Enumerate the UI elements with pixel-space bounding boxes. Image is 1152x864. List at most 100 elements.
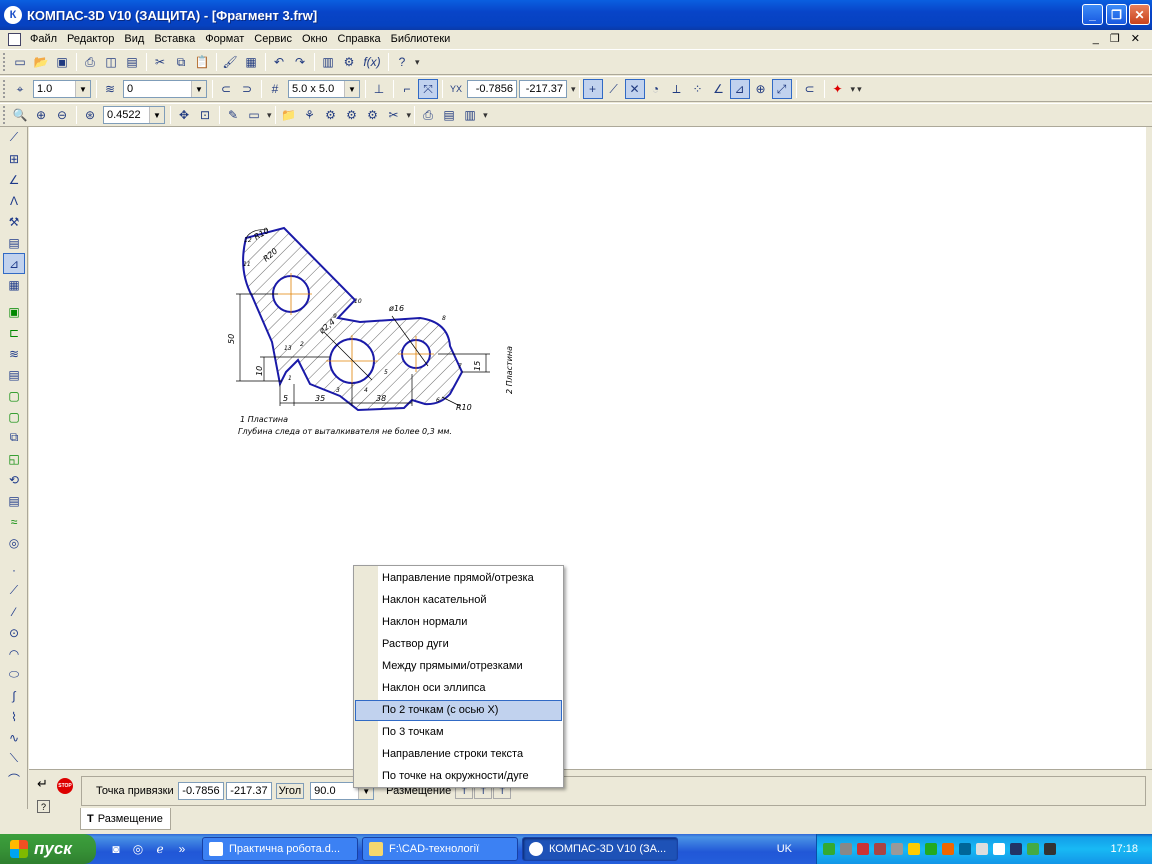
fillet-icon[interactable]: ⌒	[3, 769, 25, 790]
library-printer-icon[interactable]: ⎙	[418, 105, 438, 125]
tray-info-icon[interactable]	[993, 843, 1005, 855]
menu-item-ellipse-axis[interactable]: Наклон оси эллипса	[382, 678, 486, 698]
chevron-down-icon[interactable]: ▼	[75, 81, 90, 97]
snap-tangent-icon[interactable]: ◔	[646, 79, 666, 99]
snap-intersection-icon[interactable]: ✕	[624, 79, 645, 99]
toolbar-options-icon[interactable]: ▾	[483, 110, 488, 121]
display-mode-icon[interactable]: ▭	[244, 105, 264, 125]
help-icon[interactable]: ?	[37, 800, 50, 813]
library-folder-icon[interactable]: 📁	[279, 105, 299, 125]
bezier-icon[interactable]: ∿	[3, 727, 25, 748]
open-folder-icon[interactable]: 📂	[31, 52, 51, 72]
stop-icon[interactable]: STOP	[57, 778, 73, 794]
select-category-icon[interactable]: ▦	[3, 274, 25, 295]
library-tool-1-icon[interactable]: ⚘	[300, 105, 320, 125]
ellipse-icon[interactable]: ⬭	[3, 664, 25, 685]
zoom-combo[interactable]: 0.4522 ▼	[103, 106, 165, 124]
library-tool-2-icon[interactable]: ⚙	[321, 105, 341, 125]
layers-icon[interactable]: ≋	[100, 79, 120, 99]
print-icon[interactable]: ⎙	[80, 52, 100, 72]
toolbar-grip[interactable]	[3, 80, 6, 98]
tray-orange-icon[interactable]	[942, 843, 954, 855]
cursor-step-combo[interactable]: 1.0 ▼	[33, 80, 91, 98]
refresh-icon[interactable]: ✎	[223, 105, 243, 125]
property-tab-placement[interactable]: T Размещение	[80, 808, 171, 830]
menu-window[interactable]: Окно	[297, 33, 333, 45]
current-layer-combo[interactable]: 0 ▼	[123, 80, 207, 98]
menu-item-point-on-circle[interactable]: По точке на окружности/дуге	[382, 766, 529, 786]
zoom-out-icon[interactable]: ⊖	[52, 105, 72, 125]
printer-setup-icon[interactable]: ▤	[122, 52, 142, 72]
print-preview-icon[interactable]: ◫	[101, 52, 121, 72]
toolbar-grip[interactable]	[3, 53, 6, 71]
explorer-icon[interactable]: ◙	[106, 839, 126, 859]
tray-gear-icon[interactable]	[823, 843, 835, 855]
taskbar-item-folder[interactable]: F:\CAD-технології	[362, 837, 518, 861]
local-cs-icon[interactable]: ⊥	[369, 79, 389, 99]
zoom-window-icon[interactable]: 🔍	[10, 105, 30, 125]
maximize-button[interactable]: ❐	[1106, 4, 1127, 25]
minimize-button[interactable]: _	[1082, 4, 1103, 25]
geometry-category-icon[interactable]: ⟋	[3, 127, 25, 148]
cut-icon[interactable]: ✂	[150, 52, 170, 72]
show-all-icon[interactable]: ⊡	[195, 105, 215, 125]
measure-category-icon[interactable]: ⊿	[3, 253, 25, 274]
taskbar-item-word[interactable]: Практична робота.d...	[202, 837, 358, 861]
snap-grid-icon[interactable]: ⁘	[688, 79, 708, 99]
ortho-mode-icon[interactable]: ⌐	[397, 79, 417, 99]
chevron-down-icon[interactable]: ▾	[851, 84, 856, 95]
tray-device-icon[interactable]	[891, 843, 903, 855]
properties-icon[interactable]: ▦	[241, 52, 261, 72]
format-brush-icon[interactable]: 🖌	[220, 52, 240, 72]
library-doc-icon[interactable]: ▤	[439, 105, 459, 125]
taskbar-item-kompas[interactable]: КОМПАС-3D V10 (ЗА...	[522, 837, 678, 861]
document-icon[interactable]	[8, 32, 21, 46]
help-pointer-icon[interactable]: ?	[392, 52, 412, 72]
menu-file[interactable]: Файл	[25, 33, 62, 45]
snap-y-field[interactable]: -217.37	[225, 782, 272, 800]
chevron-down-icon[interactable]: ▼	[344, 81, 359, 97]
toolbar-options-icon[interactable]: ▾	[267, 110, 272, 121]
library-tool-3-icon[interactable]: ⚙	[342, 105, 362, 125]
array-tool-icon[interactable]: ▤	[3, 364, 25, 385]
layers-tool-icon[interactable]: ≋	[3, 343, 25, 364]
chevron-down-icon[interactable]: ▼	[149, 107, 164, 123]
create-object-icon[interactable]: ↵	[37, 776, 48, 792]
circle-icon[interactable]: ⊙	[3, 622, 25, 643]
select-inside-icon[interactable]: ▢	[3, 406, 25, 427]
view-mode-icon[interactable]: ▣	[3, 301, 25, 322]
close-button[interactable]: ✕	[1129, 4, 1150, 25]
rotate-tool-icon[interactable]: ⟲	[3, 469, 25, 490]
edit-category-icon[interactable]: ⚒	[3, 211, 25, 232]
snap-mode-icon[interactable]: ✦	[828, 79, 848, 99]
zoom-scale-icon[interactable]: ⊛	[80, 105, 100, 125]
parametrization-category-icon[interactable]: Λ	[3, 190, 25, 211]
macro-tool-icon[interactable]: ◎	[3, 532, 25, 553]
menu-libraries[interactable]: Библиотеки	[386, 33, 456, 45]
menu-item-arc-span[interactable]: Раствор дуги	[382, 634, 449, 654]
toolbar-grip[interactable]	[3, 106, 6, 124]
polyline-icon[interactable]: ⌇	[3, 706, 25, 727]
new-file-icon[interactable]: ▭	[10, 52, 30, 72]
spline-icon[interactable]: ∫	[3, 685, 25, 706]
angle-label[interactable]: Угол	[275, 783, 305, 799]
menu-edit[interactable]: Редактор	[62, 33, 119, 45]
snap-normal-icon[interactable]: ⟂	[667, 79, 687, 99]
menu-format[interactable]: Формат	[200, 33, 249, 45]
dimensions-category-icon[interactable]: ⊞	[3, 148, 25, 169]
toolbar-options-icon[interactable]: ▾	[407, 110, 412, 121]
grid-step-combo[interactable]: 5.0 x 5.0 ▼	[288, 80, 360, 98]
paste-icon[interactable]: 📋	[192, 52, 212, 72]
symbols-category-icon[interactable]: ∠	[3, 169, 25, 190]
arc-icon[interactable]: ◠	[3, 643, 25, 664]
library-doc-red-icon[interactable]: ▥	[460, 105, 480, 125]
snap-midpoint-icon[interactable]: ⟋	[604, 79, 624, 99]
fragment-insert-icon[interactable]: ⊏	[3, 322, 25, 343]
language-indicator[interactable]: UK	[777, 843, 792, 855]
tray-flag-icon[interactable]	[908, 843, 920, 855]
hatch-tool-icon[interactable]: ≈	[3, 511, 25, 532]
snap-center-icon[interactable]: ⊕	[751, 79, 771, 99]
grid-icon[interactable]: #	[265, 79, 285, 99]
auxiliary-line-icon[interactable]: ⟋	[3, 580, 25, 601]
toolbar-options-icon[interactable]: ▾	[571, 84, 576, 95]
